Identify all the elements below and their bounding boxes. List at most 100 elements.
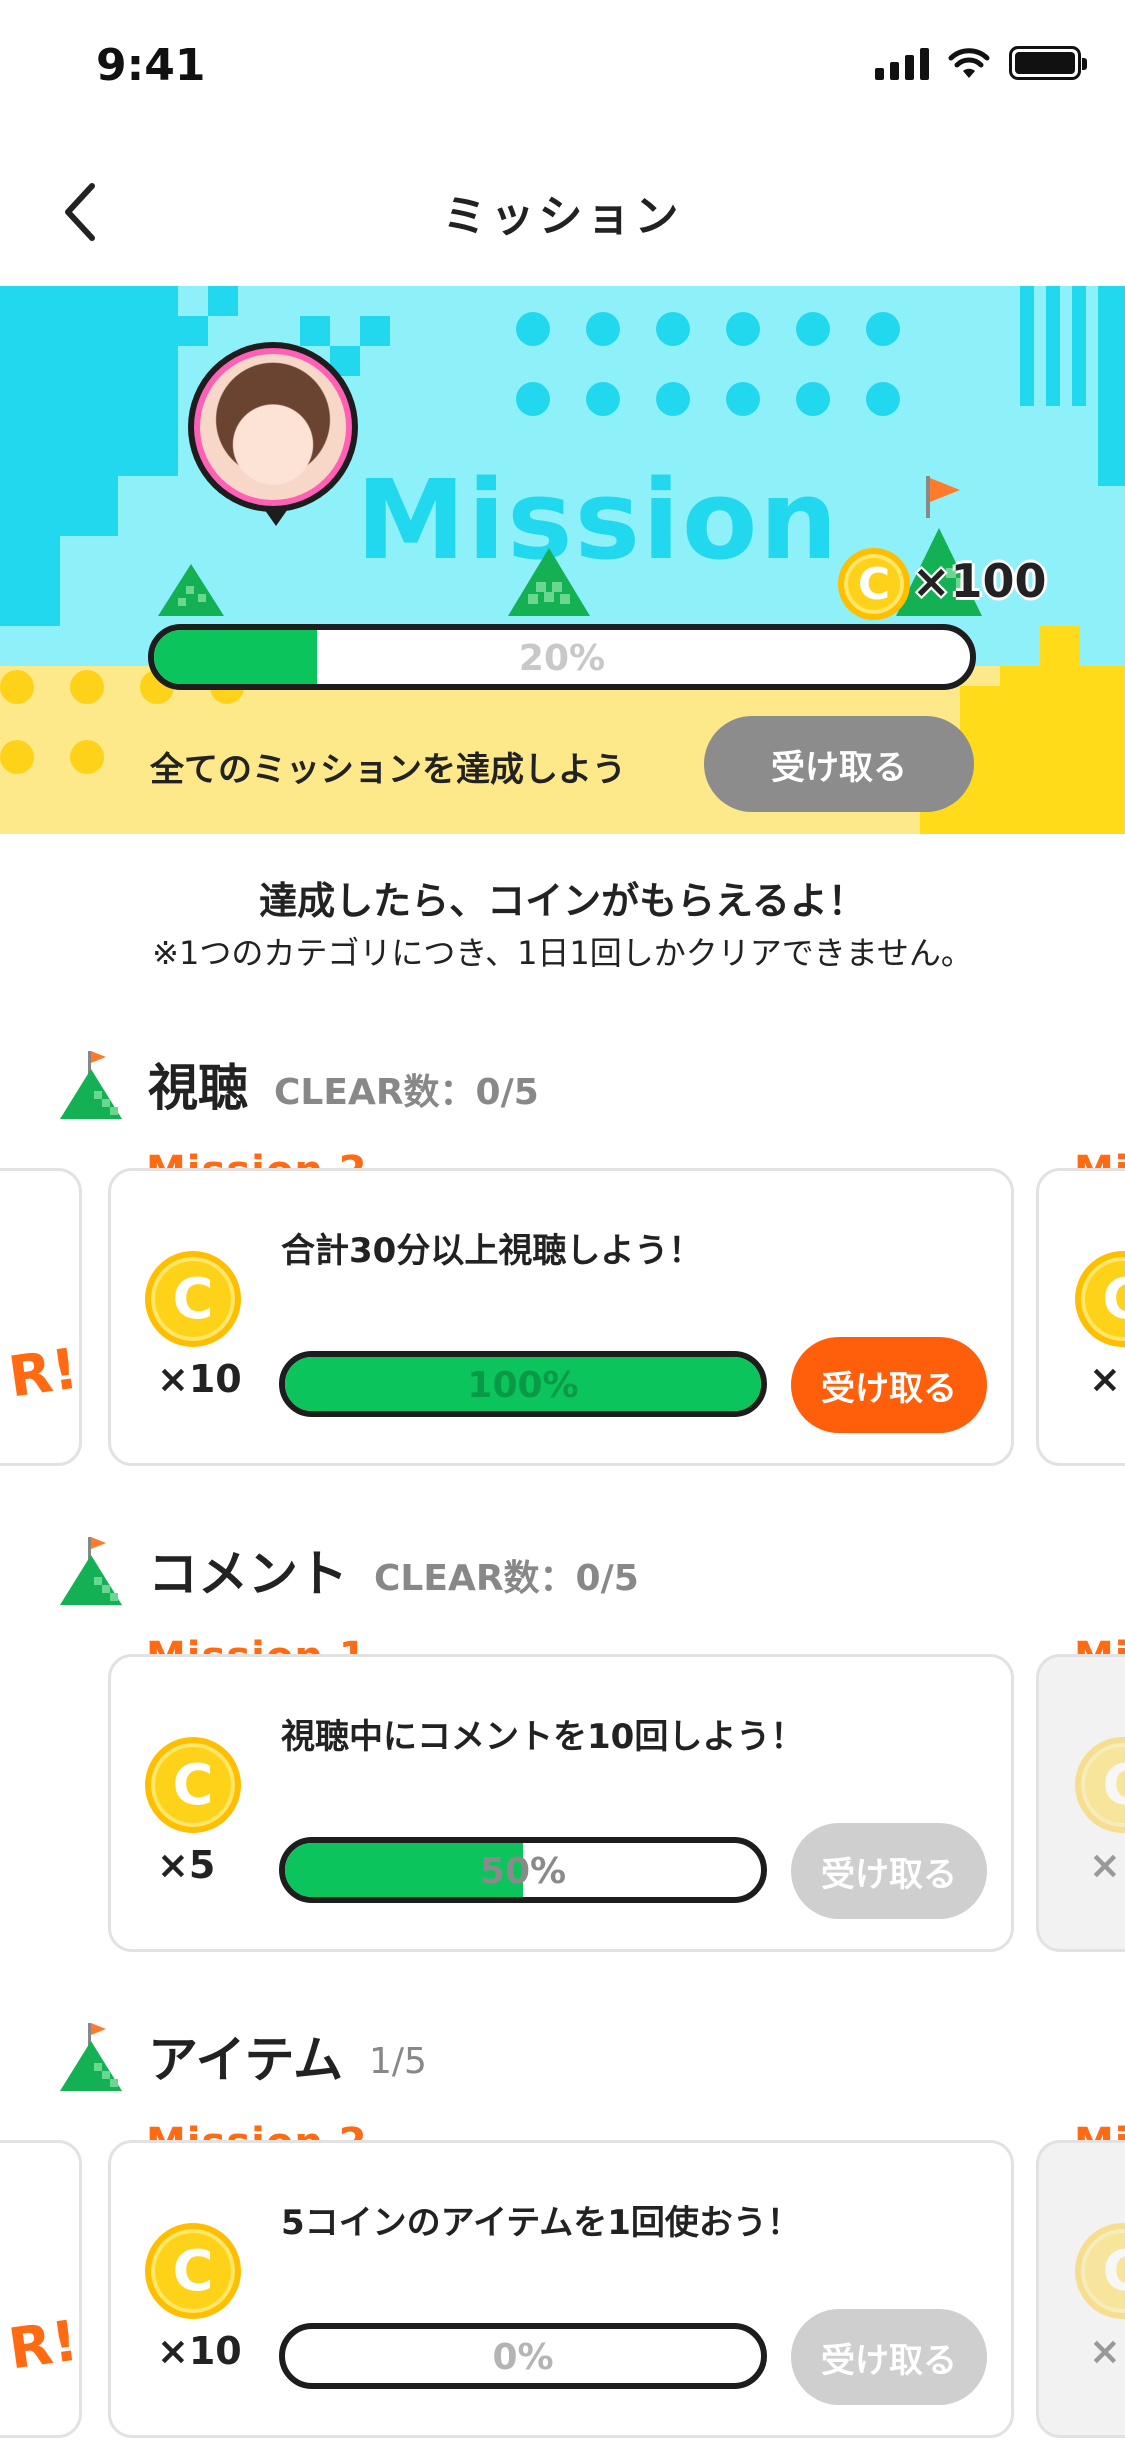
section-title: 視聴 <box>148 1059 248 1117</box>
dot-decoration <box>70 740 104 774</box>
section-header-comment: コメント CLEAR数：0/5 <box>58 1530 639 1610</box>
mission-progress-bar: 0% <box>279 2323 767 2389</box>
section-header-item: アイテム 1/5 <box>58 2016 427 2096</box>
dot-decoration <box>516 382 550 416</box>
mission-progress-bar: 50% <box>279 1837 767 1903</box>
dot-decoration <box>656 382 690 416</box>
mission-title: 視聴中にコメントを10回しよう！ <box>281 1717 805 1757</box>
dot-decoration <box>656 312 690 346</box>
battery-icon <box>1009 46 1087 80</box>
dot-decoration <box>0 670 34 704</box>
section-title: アイテム <box>148 2031 343 2089</box>
dot-decoration <box>586 312 620 346</box>
pixel-decoration <box>1098 286 1125 486</box>
pixel-decoration <box>118 286 178 476</box>
section-clear-count: CLEAR数：0/5 <box>274 1072 539 1113</box>
mission-card-next[interactable]: C ×1 <box>1036 1654 1125 1952</box>
pixel-decoration <box>208 286 238 316</box>
claim-all-button[interactable]: 受け取る <box>704 716 974 812</box>
mission-card: 視聴中にコメントを10回しよう！ C ×5 50% 受け取る <box>108 1654 1014 1952</box>
overall-progress-bar: 20% <box>148 624 976 690</box>
mission-reward: ×1 <box>1089 2329 1125 2373</box>
mission-progress-bar: 100% <box>279 1351 767 1417</box>
dot-decoration <box>796 382 830 416</box>
info-note: ※1つのカテゴリにつき、1日1回しかクリアできません。 <box>152 934 973 972</box>
pixel-decoration <box>0 536 60 626</box>
mission-progress-label: 100% <box>467 1365 579 1406</box>
nav-bar: ミッション <box>0 150 1125 280</box>
status-time: 9:41 <box>96 40 206 91</box>
claim-button[interactable]: 受け取る <box>791 2309 987 2405</box>
clear-stamp: R! <box>4 1336 82 1411</box>
section-title: コメント <box>148 1545 348 1603</box>
page-title: ミッション <box>442 191 683 242</box>
mission-card-prev[interactable]: R! <box>0 1168 82 1466</box>
signal-icon <box>875 46 929 80</box>
mission-title: 合計30分以上視聴しよう！ <box>281 1231 703 1271</box>
mission-reward: ×1 <box>1089 1357 1125 1401</box>
mission-reward: ×10 <box>157 2329 242 2373</box>
dot-decoration <box>0 740 34 774</box>
pixel-decoration <box>300 316 330 346</box>
mission-progress-label: 50% <box>479 1851 567 1892</box>
banner-reward: ×100 <box>912 554 1047 608</box>
mission-title: 5コインのアイテムを1回使おう！ <box>281 2203 801 2243</box>
mission-card: 合計30分以上視聴しよう！ C ×10 100% 受け取る <box>108 1168 1014 1466</box>
coin-icon: C <box>145 2223 241 2319</box>
mountain-flag-icon <box>60 1051 122 1119</box>
banner-message: 全てのミッションを達成しよう <box>150 750 626 790</box>
pixel-decoration <box>0 286 118 536</box>
clear-stamp: R! <box>4 2308 82 2383</box>
avatar <box>188 342 358 512</box>
pixel-decoration <box>1046 286 1060 406</box>
pixel-decoration <box>178 316 208 346</box>
mission-card: 5コインのアイテムを1回使おう！ C ×10 0% 受け取る <box>108 2140 1014 2438</box>
mission-card-next[interactable]: C ×1 <box>1036 2140 1125 2438</box>
mountain-icon <box>158 564 224 616</box>
dot-decoration <box>726 382 760 416</box>
coin-icon: C <box>1075 2223 1125 2319</box>
pixel-decoration <box>1020 286 1034 406</box>
coin-icon: C <box>838 548 910 620</box>
section-clear-count: CLEAR数：0/5 <box>374 1558 639 1599</box>
dot-decoration <box>866 312 900 346</box>
coin-icon: C <box>1075 1737 1125 1833</box>
mission-reward: ×5 <box>157 1843 216 1887</box>
section-clear-count: 1/5 <box>369 2040 427 2082</box>
dot-decoration <box>70 670 104 704</box>
dot-decoration <box>516 312 550 346</box>
mission-banner: Mission C ×100 20% 全てのミッションを達成しよう 受け取る <box>0 286 1125 834</box>
claim-button[interactable]: 受け取る <box>791 1823 987 1919</box>
pixel-decoration <box>1000 666 1125 834</box>
pixel-decoration <box>1040 626 1080 666</box>
mountain-icon <box>508 548 590 616</box>
mission-progress-label: 0% <box>492 2337 554 2378</box>
avatar-pointer <box>262 506 290 526</box>
dot-decoration <box>586 382 620 416</box>
dot-decoration <box>866 382 900 416</box>
pixel-decoration <box>360 316 390 346</box>
wifi-icon <box>948 48 990 78</box>
coin-icon: C <box>1075 1251 1125 1347</box>
overall-progress-label: 20% <box>518 638 606 679</box>
claim-button[interactable]: 受け取る <box>791 1337 987 1433</box>
mountain-flag-icon <box>60 1537 122 1605</box>
info-title: 達成したら、コインがもらえるよ！ <box>259 879 866 923</box>
mission-heading: Mission <box>356 456 840 584</box>
dot-decoration <box>796 312 830 346</box>
mountain-flag-icon <box>60 2023 122 2091</box>
pixel-decoration <box>148 316 178 346</box>
mission-reward: ×1 <box>1089 1843 1125 1887</box>
mission-card-next[interactable]: C ×1 <box>1036 1168 1125 1466</box>
mission-card-prev[interactable]: R! <box>0 2140 82 2438</box>
coin-icon: C <box>145 1251 241 1347</box>
status-icons <box>875 46 1087 80</box>
mission-reward: ×10 <box>157 1357 242 1401</box>
section-header-viewing: 視聴 CLEAR数：0/5 <box>58 1044 539 1124</box>
status-bar: 9:41 <box>0 0 1125 140</box>
pixel-decoration <box>1072 286 1086 406</box>
coin-icon: C <box>145 1737 241 1833</box>
dot-decoration <box>726 312 760 346</box>
goal-flag-icon <box>930 478 960 502</box>
avatar-image <box>200 354 346 500</box>
